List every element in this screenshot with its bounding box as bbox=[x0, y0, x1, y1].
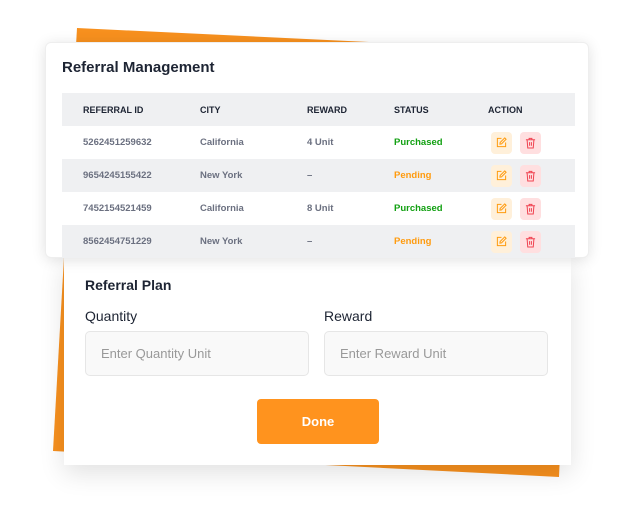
referral-plan-card: Referral Plan Quantity Reward Done bbox=[64, 258, 571, 465]
done-button[interactable]: Done bbox=[257, 399, 379, 444]
trash-icon bbox=[525, 236, 536, 248]
table-row: 9654245155422 New York – Pending bbox=[62, 159, 575, 192]
edit-button[interactable] bbox=[491, 164, 512, 187]
table-row: 5262451259632 California 4 Unit Purchase… bbox=[62, 126, 575, 159]
action-cell bbox=[488, 159, 575, 192]
trash-icon bbox=[525, 170, 536, 182]
reward: 4 Unit bbox=[307, 137, 334, 148]
table-row: 7452154521459 California 8 Unit Purchase… bbox=[62, 192, 575, 225]
edit-icon bbox=[496, 170, 507, 181]
status-badge: Pending bbox=[394, 225, 488, 258]
action-cell bbox=[488, 192, 575, 225]
referral-id: 7452154521459 bbox=[83, 203, 152, 214]
referral-id: 5262451259632 bbox=[83, 137, 152, 148]
col-reward: REWARD bbox=[307, 93, 394, 126]
reward: – bbox=[307, 159, 394, 192]
table-header: REFERRAL ID CITY REWARD STATUS ACTION bbox=[62, 93, 575, 126]
quantity-label: Quantity bbox=[85, 308, 138, 324]
status-badge: Pending bbox=[394, 159, 488, 192]
trash-icon bbox=[525, 203, 536, 215]
quantity-input[interactable] bbox=[85, 331, 309, 376]
edit-icon bbox=[496, 236, 507, 247]
city: California bbox=[200, 203, 244, 214]
reward: – bbox=[307, 225, 394, 258]
col-status: STATUS bbox=[394, 93, 488, 126]
edit-icon bbox=[496, 203, 507, 214]
table-row: 8562454751229 New York – Pending bbox=[62, 225, 575, 258]
edit-button[interactable] bbox=[491, 197, 512, 220]
reward-label: Reward bbox=[324, 308, 373, 324]
status-badge: Purchased bbox=[394, 137, 443, 148]
reward: 8 Unit bbox=[307, 203, 334, 214]
delete-button[interactable] bbox=[520, 197, 541, 220]
status-badge: Purchased bbox=[394, 203, 443, 214]
col-action: ACTION bbox=[488, 93, 575, 126]
delete-button[interactable] bbox=[520, 164, 541, 187]
edit-button[interactable] bbox=[491, 131, 512, 154]
col-referral-id: REFERRAL ID bbox=[62, 93, 200, 126]
referral-id: 8562454751229 bbox=[62, 225, 200, 258]
city: New York bbox=[200, 159, 307, 192]
delete-button[interactable] bbox=[520, 131, 541, 154]
card-title: Referral Management bbox=[62, 59, 215, 76]
edit-icon bbox=[496, 137, 507, 148]
referral-management-card: Referral Management REFERRAL ID CITY REW… bbox=[45, 42, 589, 258]
city: California bbox=[200, 137, 244, 148]
col-city: CITY bbox=[200, 93, 307, 126]
edit-button[interactable] bbox=[491, 230, 512, 253]
referral-id: 9654245155422 bbox=[62, 159, 200, 192]
referral-table: REFERRAL ID CITY REWARD STATUS ACTION 52… bbox=[62, 93, 575, 258]
trash-icon bbox=[525, 137, 536, 149]
action-cell bbox=[488, 225, 575, 258]
action-cell bbox=[488, 126, 575, 159]
delete-button[interactable] bbox=[520, 230, 541, 253]
city: New York bbox=[200, 225, 307, 258]
reward-input[interactable] bbox=[324, 331, 548, 376]
plan-title: Referral Plan bbox=[85, 277, 172, 293]
